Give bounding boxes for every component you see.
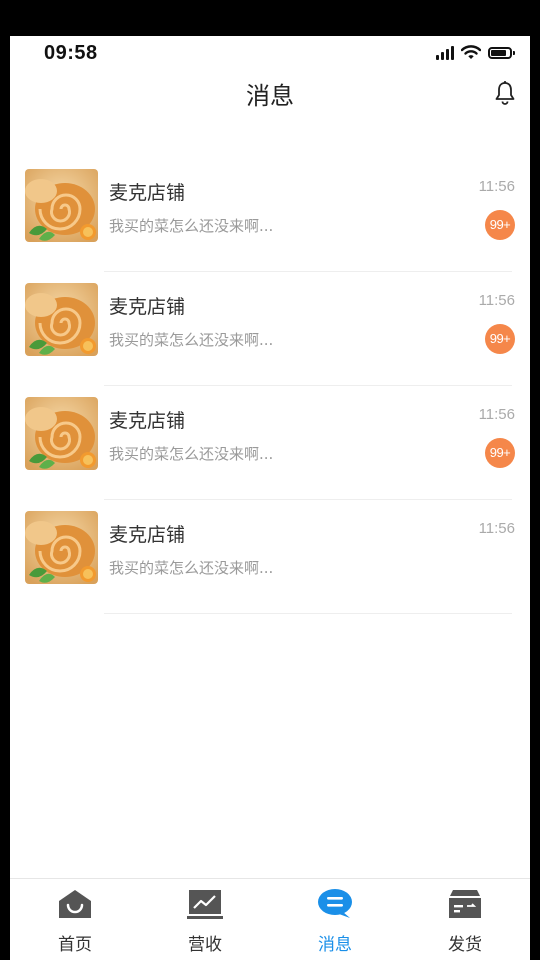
message-preview: 我买的菜怎么还没来啊... [109,559,274,577]
unread-badge: 99+ [485,210,515,240]
tab-home[interactable]: 首页 [10,879,140,960]
signal-icon [436,45,454,60]
shop-avatar-icon [25,511,98,584]
shop-avatar-icon [25,283,98,356]
shop-avatar [25,283,98,356]
shop-avatar-icon [25,169,98,242]
message-icon [318,889,352,918]
message-time: 11:56 [478,406,515,423]
status-time: 09:58 [44,42,98,64]
message-time: 11:56 [478,178,515,195]
battery-icon [488,46,515,59]
shop-name: 麦克店铺 [109,524,186,546]
tab-label: 消息 [318,935,352,955]
bell-icon[interactable] [494,80,516,106]
divider [104,613,512,614]
shop-avatar [25,511,98,584]
navigation-bar: 消息 [10,72,530,122]
message-item[interactable]: 麦克店铺 我买的菜怎么还没来啊... 11:56 99+ [10,158,530,272]
shop-name: 麦克店铺 [109,410,186,432]
tab-label: 营收 [188,935,222,955]
unread-badge: 99+ [485,438,515,468]
chart-icon [187,890,223,919]
message-item[interactable]: 麦克店铺 我买的菜怎么还没来啊... 11:56 99+ [10,272,530,386]
message-item[interactable]: 麦克店铺 我买的菜怎么还没来啊... 11:56 99+ [10,386,530,500]
shop-avatar [25,397,98,470]
message-preview: 我买的菜怎么还没来啊... [109,445,274,463]
tab-shipping[interactable]: 发货 [400,879,530,960]
tab-label: 发货 [448,935,482,955]
home-icon [59,890,91,918]
message-item[interactable]: 麦克店铺 我买的菜怎么还没来啊... 11:56 [10,500,530,614]
message-preview: 我买的菜怎么还没来啊... [109,331,274,349]
tab-bar: 首页 营收 消息 发货 [10,878,530,960]
message-list: 麦克店铺 我买的菜怎么还没来啊... 11:56 99+ 麦克店铺 我买的菜怎么… [10,158,530,614]
wifi-icon [461,45,481,59]
shipping-icon [449,890,481,918]
status-icons [436,45,515,60]
shop-avatar [25,169,98,242]
page-title: 消息 [246,82,294,110]
tab-label: 首页 [58,935,92,955]
message-preview: 我买的菜怎么还没来啊... [109,217,274,235]
shop-avatar-icon [25,397,98,470]
unread-badge: 99+ [485,324,515,354]
tab-revenue[interactable]: 营收 [140,879,270,960]
message-time: 11:56 [478,520,515,537]
phone-screen: 09:58 消息 麦克店铺 我买的菜怎么还没来啊... 11:56 99+ 麦克… [10,36,530,960]
tab-messages[interactable]: 消息 [270,879,400,960]
shop-name: 麦克店铺 [109,296,186,318]
status-bar: 09:58 [10,36,530,72]
message-time: 11:56 [478,292,515,309]
shop-name: 麦克店铺 [109,182,186,204]
